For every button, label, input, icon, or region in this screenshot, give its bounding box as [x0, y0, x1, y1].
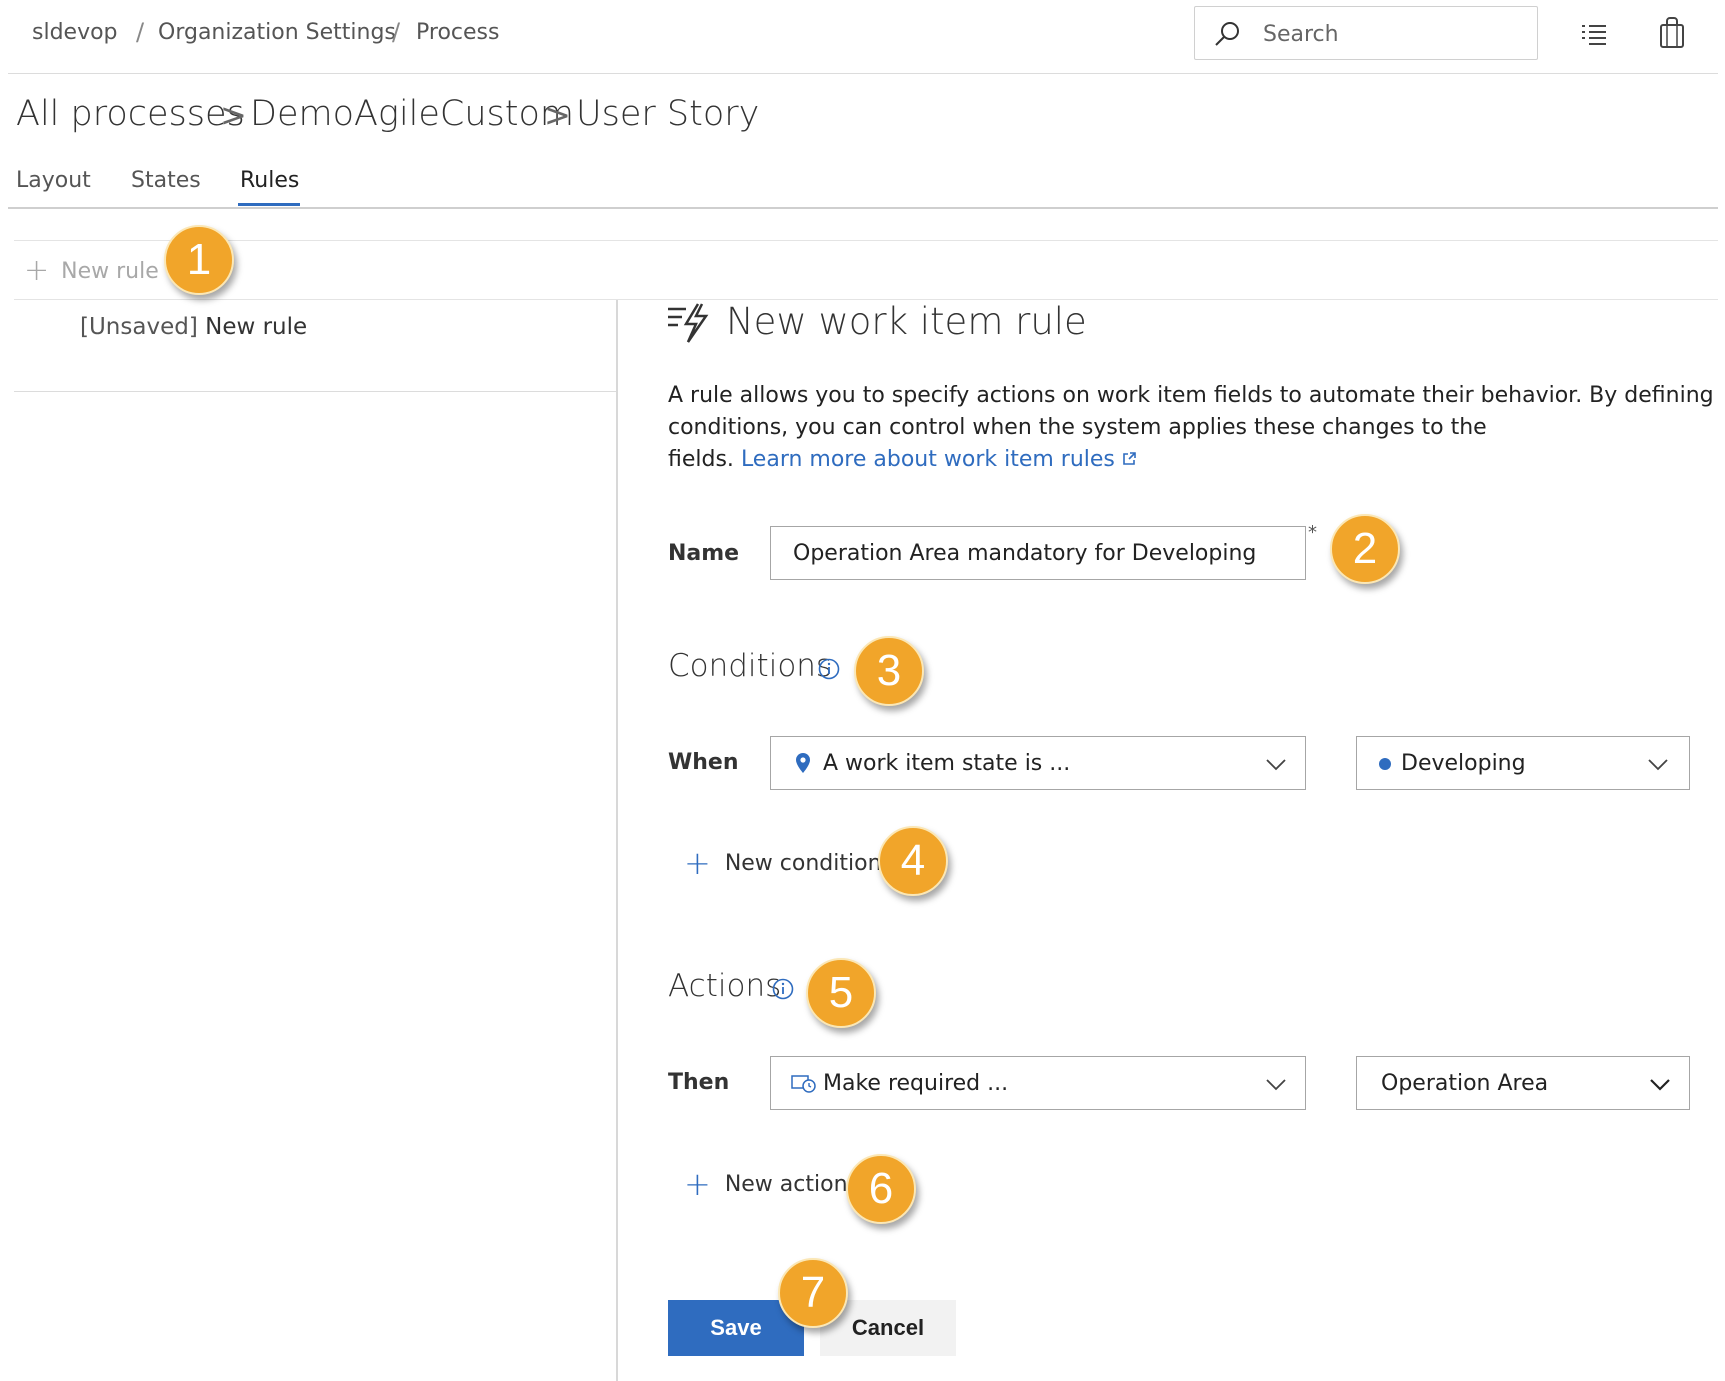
name-label: Name — [668, 541, 740, 566]
breadcrumb-organization-settings[interactable]: Organization Settings — [158, 20, 396, 45]
active-tab-indicator — [238, 203, 300, 206]
new-rule-button[interactable]: + New rule — [24, 254, 159, 288]
chevron-down-icon — [1648, 759, 1668, 771]
learn-more-link[interactable]: Learn more about work item rules — [741, 447, 1115, 472]
rule-name-value: Operation Area mandatory for Developing — [793, 541, 1257, 566]
new-condition-button[interactable]: + New condition — [684, 847, 882, 879]
rule-description: A rule allows you to specify actions on … — [668, 380, 1714, 476]
pane-splitter[interactable] — [616, 300, 618, 1381]
chevron-right-icon: > — [220, 96, 247, 134]
conditions-heading: Conditions — [668, 648, 833, 684]
callout-badge: 1 — [164, 225, 234, 295]
callout-badge: 5 — [806, 958, 876, 1028]
breadcrumb-organization[interactable]: sldevop — [32, 20, 118, 45]
action-type-dropdown[interactable]: Make required ... — [770, 1056, 1306, 1110]
rule-status-prefix: [Unsaved] — [80, 314, 198, 340]
top-bar: sldevop / Organization Settings / Proces… — [8, 0, 1718, 74]
chevron-down-icon — [1266, 1079, 1286, 1091]
callout-badge: 6 — [846, 1154, 916, 1224]
list-settings-icon[interactable] — [1578, 18, 1610, 50]
callout-badge: 3 — [854, 636, 924, 706]
editor-title: New work item rule — [726, 300, 1087, 343]
tabs-divider — [8, 207, 1718, 209]
callout-badge: 7 — [778, 1258, 848, 1328]
rule-name-field[interactable]: Operation Area mandatory for Developing — [770, 526, 1306, 580]
plus-icon: + — [684, 844, 711, 882]
new-rule-label: New rule — [61, 258, 159, 284]
location-pin-icon — [796, 753, 810, 773]
actions-heading: Actions — [668, 968, 782, 1004]
external-link-icon[interactable] — [1121, 451, 1137, 467]
action-field-dropdown[interactable]: Operation Area — [1356, 1056, 1690, 1110]
breadcrumb-separator: / — [392, 18, 401, 46]
required-indicator: * — [1308, 522, 1317, 543]
description-line: conditions, you can control when the sys… — [668, 415, 1487, 440]
make-required-icon — [791, 1075, 816, 1093]
page-title: User Story — [576, 94, 760, 134]
search-placeholder: Search — [1263, 22, 1339, 47]
toolbar-divider — [14, 240, 1718, 241]
plus-icon: + — [24, 253, 50, 288]
tab-layout[interactable]: Layout — [16, 168, 91, 193]
description-line-3: fields. Learn more about work item rules — [668, 444, 1668, 476]
chevron-down-icon — [1650, 1079, 1670, 1091]
tab-rules[interactable]: Rules — [240, 168, 299, 193]
action-field-value: Operation Area — [1381, 1071, 1549, 1096]
breadcrumb-process[interactable]: Process — [416, 20, 499, 45]
search-icon — [1215, 22, 1239, 46]
callout-badge: 4 — [878, 826, 948, 896]
breadcrumb-separator: / — [136, 18, 145, 46]
chevron-right-icon: > — [544, 96, 571, 134]
chevron-down-icon — [1266, 759, 1286, 771]
tab-states[interactable]: States — [131, 168, 201, 193]
state-dot-icon — [1379, 758, 1391, 770]
condition-value-dropdown[interactable]: Developing — [1356, 736, 1690, 790]
info-icon[interactable] — [772, 978, 794, 1000]
breadcrumb-process-name[interactable]: DemoAgileCustom — [250, 94, 574, 134]
condition-type-dropdown[interactable]: A work item state is ... — [770, 736, 1306, 790]
callout-badge: 2 — [1330, 514, 1400, 584]
then-label: Then — [668, 1070, 730, 1095]
search-input[interactable]: Search — [1194, 6, 1538, 60]
description-line: fields. — [668, 447, 734, 472]
when-label: When — [668, 750, 739, 775]
condition-value: Developing — [1401, 751, 1526, 776]
condition-type-value: A work item state is ... — [823, 751, 1071, 776]
rule-lightning-icon — [668, 303, 709, 343]
list-divider — [14, 391, 616, 392]
breadcrumb-all-processes[interactable]: All processes — [16, 94, 245, 134]
description-line: A rule allows you to specify actions on … — [668, 383, 1714, 408]
plus-icon: + — [684, 1165, 711, 1203]
new-action-label: New action — [724, 1171, 848, 1197]
new-condition-label: New condition — [724, 850, 882, 876]
rule-list-item[interactable]: [Unsaved] New rule — [80, 314, 307, 340]
new-action-button[interactable]: + New action — [684, 1168, 848, 1200]
info-icon[interactable] — [818, 658, 840, 680]
shopping-bag-icon[interactable] — [1656, 16, 1688, 50]
action-type-value: Make required ... — [823, 1071, 1009, 1096]
rule-name: New rule — [205, 314, 308, 340]
